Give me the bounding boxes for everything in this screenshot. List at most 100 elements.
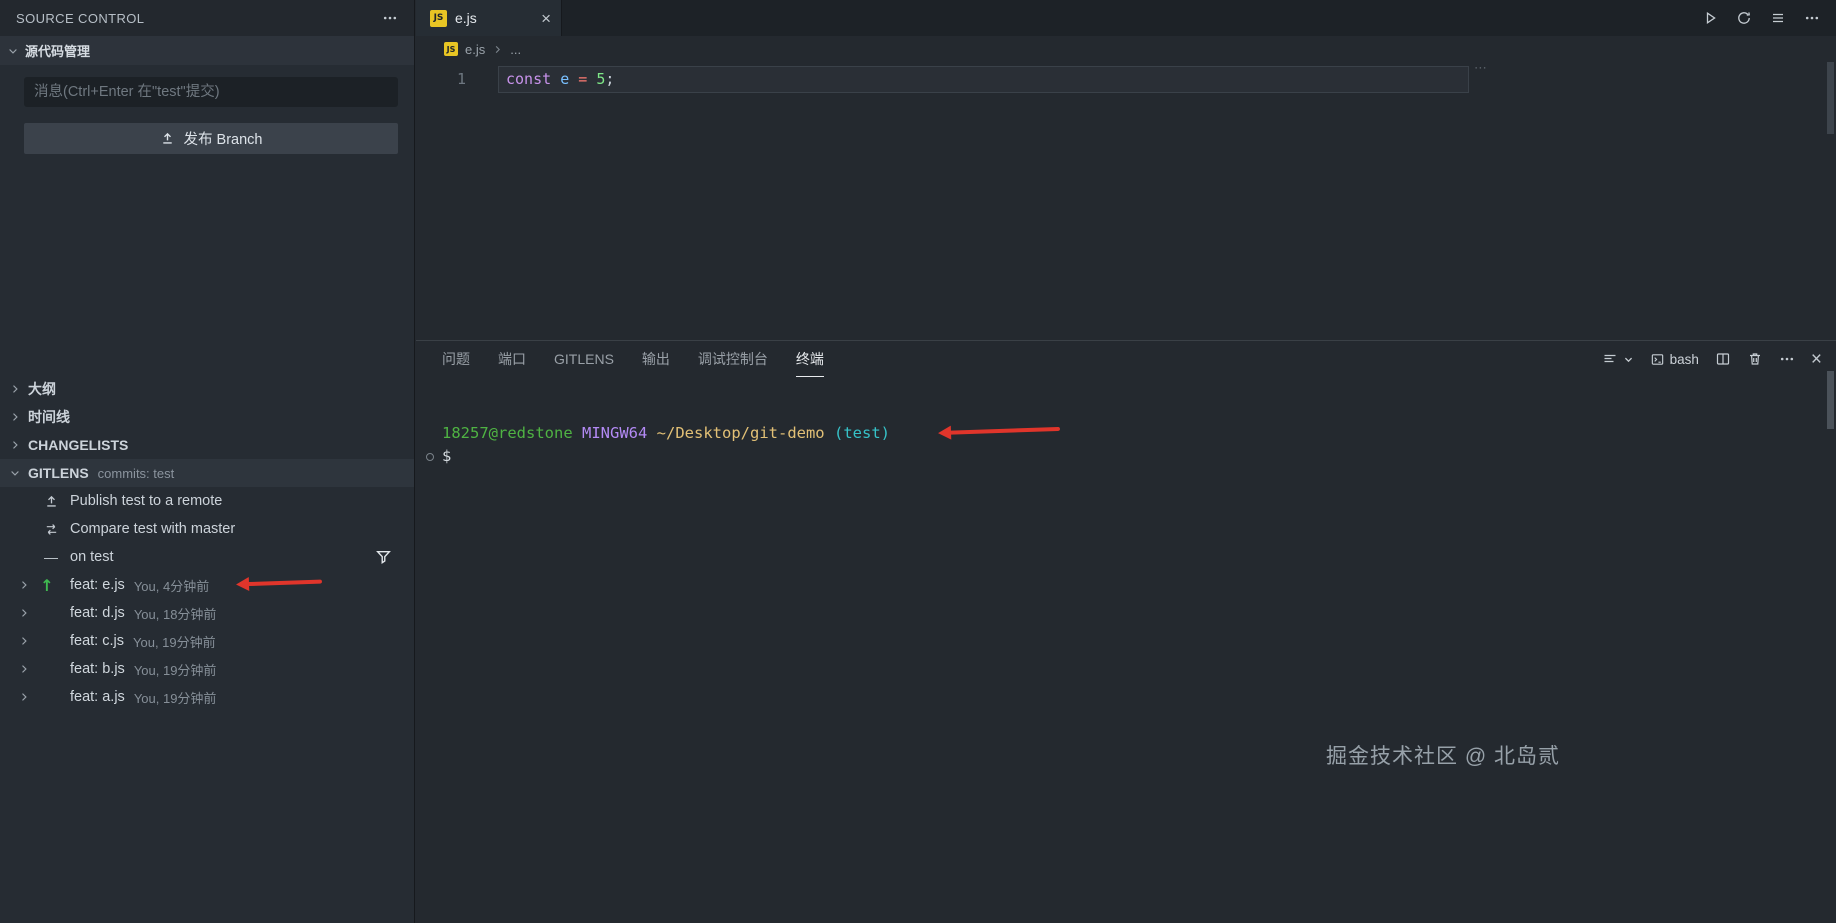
sidebar-lower-sections: 大纲 时间线 CHANGELISTS GITLENS commits: test… — [0, 375, 414, 711]
terminal-branch: (test) — [834, 424, 890, 442]
compare-icon — [42, 522, 60, 537]
filter-icon[interactable] — [375, 548, 392, 565]
source-control-sidebar: SOURCE CONTROL 源代码管理 发布 Branch — [0, 0, 415, 923]
commit-row[interactable]: ↑ feat: e.js You, 4分钟前 — [0, 571, 414, 599]
commit-label: feat: e.js — [70, 577, 125, 593]
sidebar-section-gitlens[interactable]: GITLENS commits: test — [0, 459, 414, 487]
commit-description: You, 19分钟前 — [133, 662, 217, 678]
code-number: 5 — [596, 70, 606, 88]
breadcrumb[interactable]: JS e.js ... — [416, 36, 1836, 62]
trash-icon[interactable] — [1747, 351, 1763, 367]
close-panel-icon[interactable]: × — [1811, 350, 1822, 369]
commit-row[interactable]: feat: b.js You, 19分钟前 — [0, 655, 414, 683]
sidebar-section-changelists[interactable]: CHANGELISTS — [0, 431, 414, 459]
terminal-path: ~/Desktop/git-demo — [656, 424, 825, 442]
line-number: 1 — [457, 70, 467, 88]
chevron-down-icon — [1623, 354, 1634, 365]
commit-description: You, 4分钟前 — [133, 578, 210, 594]
gitlens-compare-item[interactable]: Compare test with master — [0, 515, 414, 543]
chevron-right-icon — [7, 383, 23, 395]
commit-message-input[interactable] — [24, 77, 398, 107]
section-description: commits: test — [97, 465, 175, 481]
gitlens-publish-item[interactable]: Publish test to a remote — [0, 487, 414, 515]
run-button[interactable] — [1702, 10, 1718, 26]
chevron-right-icon — [16, 691, 32, 703]
more-actions-icon[interactable] — [1804, 10, 1820, 26]
editor-actions — [1702, 0, 1836, 36]
panel-tab-terminal[interactable]: 终端 — [795, 341, 824, 377]
editor-tabbar: JS e.js × — [416, 0, 1836, 36]
editor-region: JS e.js × JS e.js ... 1 const e = 5; ⋯ 问… — [416, 0, 1836, 923]
terminal-icon — [1650, 352, 1665, 367]
terminal-launch-dropdown[interactable] — [1602, 351, 1634, 367]
panel-scrollbar[interactable] — [1827, 371, 1834, 429]
command-decoration-icon — [426, 453, 434, 461]
commit-label: feat: d.js — [70, 605, 125, 621]
commit-row[interactable]: feat: d.js You, 18分钟前 — [0, 599, 414, 627]
sidebar-more-actions-icon[interactable] — [382, 10, 398, 26]
terminal-prompt: $ — [442, 447, 452, 465]
chevron-down-icon — [7, 45, 19, 57]
editor-tab-ejs[interactable]: JS e.js × — [416, 0, 562, 36]
code-line: const e = 5; — [506, 70, 614, 88]
gitlens-current-branch-item[interactable]: — on test — [0, 543, 414, 571]
close-tab-icon[interactable]: × — [541, 10, 551, 27]
panel-tab-debug-console[interactable]: 调试控制台 — [698, 341, 768, 377]
breadcrumb-file[interactable]: e.js — [465, 42, 485, 57]
list-item-label: Compare test with master — [70, 521, 236, 537]
chevron-right-icon — [16, 607, 32, 619]
history-icon[interactable] — [1736, 10, 1752, 26]
annotation-arrow-commit — [235, 575, 323, 592]
branch-ahead-icon: ↑ — [40, 575, 54, 595]
section-label: 时间线 — [28, 409, 70, 425]
editor-overflow-hint: ⋯ — [1474, 60, 1488, 75]
arrow-shaft — [948, 426, 1061, 435]
code-variable: e — [560, 70, 570, 88]
terminal-instance-bash[interactable]: bash — [1650, 352, 1699, 367]
panel-tab-output[interactable]: 输出 — [642, 341, 670, 377]
scm-controls: 发布 Branch — [0, 65, 414, 154]
commit-label: feat: c.js — [70, 633, 124, 649]
commit-description: You, 19分钟前 — [133, 690, 217, 706]
publish-branch-label: 发布 Branch — [183, 132, 263, 148]
code-area[interactable]: 1 const e = 5; ⋯ — [416, 60, 1836, 340]
commit-row[interactable]: feat: c.js You, 19分钟前 — [0, 627, 414, 655]
terminal-output[interactable]: 18257@redstone MINGW64 ~/Desktop/git-dem… — [416, 377, 1836, 468]
panel-tab-gitlens[interactable]: GITLENS — [554, 341, 614, 377]
terminal-user-host: 18257@redstone — [442, 424, 573, 442]
sidebar-titlebar: SOURCE CONTROL — [0, 0, 414, 36]
sidebar-section-timeline[interactable]: 时间线 — [0, 403, 414, 431]
panel-tab-problems[interactable]: 问题 — [442, 341, 470, 377]
terminal-list-icon — [1602, 351, 1618, 367]
scm-section-header[interactable]: 源代码管理 — [0, 36, 414, 65]
breadcrumb-more[interactable]: ... — [510, 42, 521, 57]
tab-label: e.js — [455, 10, 477, 26]
panel-actions: bash × — [1602, 350, 1822, 369]
split-terminal-icon[interactable] — [1715, 351, 1731, 367]
sidebar-title: SOURCE CONTROL — [16, 10, 145, 26]
editor-scrollbar[interactable] — [1827, 62, 1834, 134]
scm-section-label: 源代码管理 — [25, 44, 91, 59]
more-actions-icon[interactable] — [1779, 351, 1795, 367]
commit-label: feat: a.js — [70, 689, 125, 705]
arrow-shaft — [246, 579, 323, 587]
commit-row[interactable]: feat: a.js You, 19分钟前 — [0, 683, 414, 711]
chevron-right-icon — [7, 439, 23, 451]
publish-branch-button[interactable]: 发布 Branch — [24, 123, 398, 154]
vscode-window: SOURCE CONTROL 源代码管理 发布 Branch — [0, 0, 1836, 923]
code-keyword: const — [506, 70, 552, 88]
shell-label: bash — [1669, 351, 1699, 367]
list-item-label: Publish test to a remote — [70, 493, 223, 509]
code-operator: = — [578, 70, 588, 88]
section-label: 大纲 — [28, 381, 56, 397]
current-line-highlight — [498, 66, 1469, 93]
menu-icon[interactable] — [1770, 10, 1786, 26]
watermark: 掘金技术社区 @ 北岛贰 — [1326, 745, 1560, 768]
chevron-right-icon — [16, 579, 32, 591]
sidebar-section-outline[interactable]: 大纲 — [0, 375, 414, 403]
publish-icon — [160, 131, 175, 146]
chevron-right-icon — [492, 44, 503, 55]
panel-header: 问题 端口 GITLENS 输出 调试控制台 终端 bash × — [416, 341, 1836, 377]
js-file-icon: JS — [444, 42, 458, 56]
panel-tab-ports[interactable]: 端口 — [498, 341, 526, 377]
